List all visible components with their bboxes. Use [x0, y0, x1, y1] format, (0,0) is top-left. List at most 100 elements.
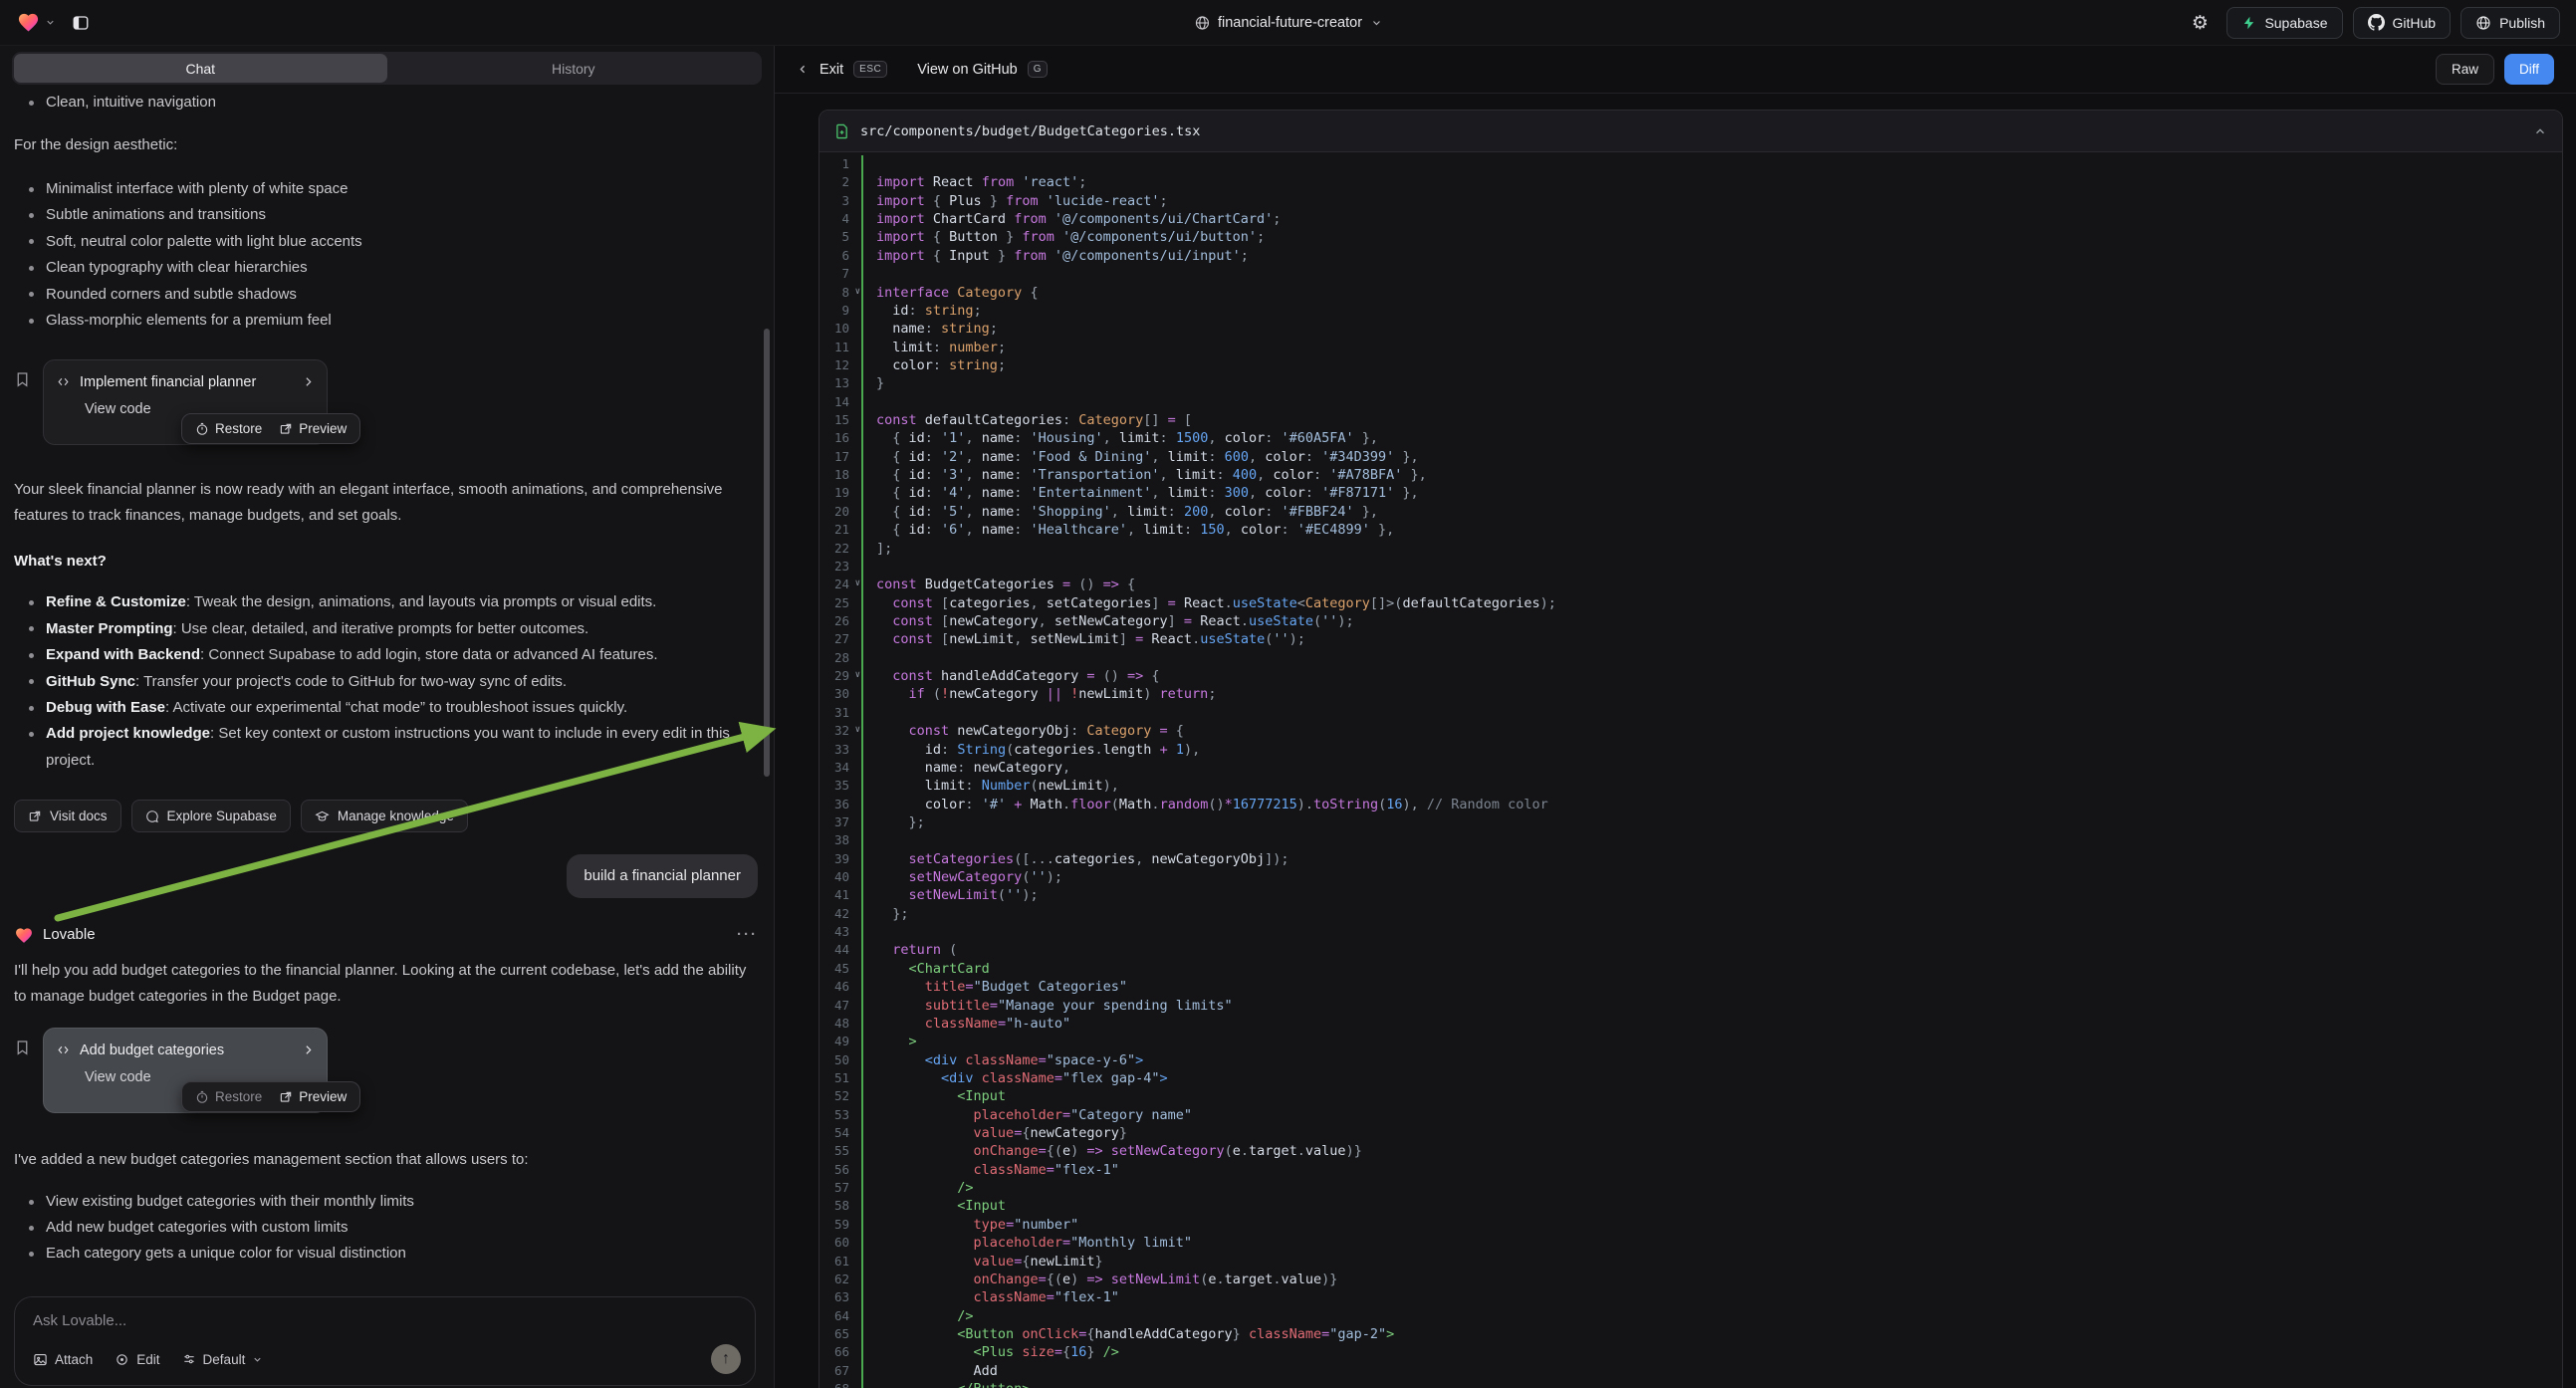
- line-number: 49: [820, 1033, 861, 1050]
- line-number: 57: [820, 1179, 861, 1197]
- restore-button[interactable]: Restore: [195, 416, 262, 442]
- line-number: 36: [820, 796, 861, 813]
- chevron-up-icon[interactable]: [2533, 124, 2547, 138]
- code-line: 45 <ChartCard: [820, 960, 2562, 978]
- line-number: 35: [820, 777, 861, 795]
- line-number: 58: [820, 1197, 861, 1215]
- lovable-heart-icon: [16, 11, 41, 34]
- code-line: 34 name: newCategory,: [820, 759, 2562, 777]
- publish-button[interactable]: Publish: [2460, 7, 2560, 39]
- list-item: View existing budget categories with the…: [14, 1189, 758, 1215]
- line-number: 6: [820, 247, 861, 265]
- line-number: 65: [820, 1325, 861, 1343]
- explore-supabase-button[interactable]: Explore Supabase: [131, 800, 291, 832]
- edit-button[interactable]: Edit: [115, 1352, 159, 1367]
- sidebar-toggle-button[interactable]: [64, 8, 98, 38]
- fold-chevron-icon[interactable]: ∨: [855, 721, 860, 739]
- send-button[interactable]: ↑: [711, 1344, 741, 1374]
- code-line: 11 limit: number;: [820, 339, 2562, 356]
- line-number: 43: [820, 923, 861, 941]
- line-number: 8∨: [820, 284, 861, 302]
- code-line: 18 { id: '3', name: 'Transportation', li…: [820, 466, 2562, 484]
- code-line: 31: [820, 704, 2562, 722]
- code-line: 42 };: [820, 905, 2562, 923]
- list-item: Add project knowledge: Set key context o…: [14, 721, 741, 774]
- file-added-icon: [834, 123, 849, 139]
- supabase-button[interactable]: Supabase: [2226, 7, 2342, 39]
- g-kbd: G: [1028, 61, 1048, 78]
- code-line: 32∨ const newCategoryObj: Category = {: [820, 722, 2562, 740]
- diff-button[interactable]: Diff: [2504, 54, 2554, 85]
- line-number: 22: [820, 540, 861, 558]
- line-number: 67: [820, 1362, 861, 1380]
- chevron-down-icon: [252, 1354, 263, 1365]
- line-number: 39: [820, 850, 861, 868]
- code-view-header: Exit ESC View on GitHub G Raw Diff: [775, 46, 2576, 94]
- tab-chat[interactable]: Chat: [14, 54, 387, 83]
- line-number: 62: [820, 1271, 861, 1288]
- settings-button[interactable]: ⚙: [2183, 8, 2217, 38]
- bookmark-icon[interactable]: [14, 369, 31, 389]
- chat-bubble-icon: [145, 810, 159, 823]
- github-button[interactable]: GitHub: [2353, 7, 2452, 39]
- fold-chevron-icon[interactable]: ∨: [855, 666, 860, 684]
- code-line: 4import ChartCard from '@/components/ui/…: [820, 210, 2562, 228]
- fold-chevron-icon[interactable]: ∨: [855, 283, 860, 301]
- chat-scrollbar[interactable]: [764, 329, 770, 777]
- raw-button[interactable]: Raw: [2436, 54, 2494, 85]
- line-number: 59: [820, 1216, 861, 1234]
- chevron-down-icon: [1370, 17, 1382, 29]
- line-number: 20: [820, 503, 861, 521]
- preview-button[interactable]: Preview: [279, 1084, 347, 1110]
- line-number: 52: [820, 1087, 861, 1105]
- arrow-up-icon: ↑: [722, 1350, 730, 1368]
- restore-button[interactable]: Restore: [195, 1084, 262, 1110]
- list-item: GitHub Sync: Transfer your project's cod…: [14, 669, 741, 695]
- code-line: 22];: [820, 540, 2562, 558]
- quick-actions: Visit docs Explore Supabase Manage knowl…: [14, 800, 758, 832]
- preview-button[interactable]: Preview: [279, 416, 347, 442]
- visit-docs-button[interactable]: Visit docs: [14, 800, 121, 832]
- project-switcher[interactable]: financial-future-creator: [1194, 0, 1382, 45]
- chat-input-placeholder: Ask Lovable...: [33, 1312, 737, 1329]
- lovable-heart-icon: [14, 926, 34, 945]
- code-lines: 12import React from 'react';3import { Pl…: [820, 152, 2562, 1388]
- assistant-name: Lovable: [43, 922, 96, 948]
- fold-chevron-icon[interactable]: ∨: [855, 575, 860, 592]
- line-number: 10: [820, 320, 861, 338]
- line-number: 4: [820, 210, 861, 228]
- list-item: Clean typography with clear hierarchies: [14, 255, 758, 281]
- code-line: 55 onChange={(e) => setNewCategory(e.tar…: [820, 1142, 2562, 1160]
- manage-knowledge-button[interactable]: Manage knowledge: [301, 800, 468, 832]
- line-number: 63: [820, 1288, 861, 1306]
- message-menu-button[interactable]: ···: [737, 922, 758, 948]
- line-number: 13: [820, 374, 861, 392]
- mode-selector[interactable]: Default: [182, 1352, 264, 1367]
- line-number: 33: [820, 741, 861, 759]
- file-diff-card: src/components/budget/BudgetCategories.t…: [819, 110, 2563, 1388]
- line-number: 48: [820, 1015, 861, 1033]
- code-line: 61 value={newLimit}: [820, 1253, 2562, 1271]
- chat-input-box[interactable]: Ask Lovable... Attach Edit Default ↑: [14, 1296, 756, 1386]
- code-line: 49 >: [820, 1033, 2562, 1050]
- attach-button[interactable]: Attach: [33, 1352, 93, 1367]
- line-number: 21: [820, 521, 861, 539]
- file-header[interactable]: src/components/budget/BudgetCategories.t…: [820, 111, 2562, 152]
- code-icon: [56, 375, 71, 388]
- code-line: 68 </Button>: [820, 1380, 2562, 1388]
- bookmark-icon[interactable]: [14, 1038, 31, 1057]
- tab-history[interactable]: History: [387, 54, 761, 83]
- code-line: 43: [820, 923, 2562, 941]
- exit-button[interactable]: Exit ESC: [797, 61, 887, 78]
- file-path: src/components/budget/BudgetCategories.t…: [860, 123, 1200, 139]
- code-line: 6import { Input } from '@/components/ui/…: [820, 247, 2562, 265]
- chat-history-tabs: Chat History: [12, 52, 762, 85]
- line-number: 66: [820, 1343, 861, 1361]
- code-line: 56 className="flex-1": [820, 1161, 2562, 1179]
- line-number: 56: [820, 1161, 861, 1179]
- list-item: Each category gets a unique color for vi…: [14, 1241, 758, 1267]
- version-title: Implement financial planner: [80, 369, 256, 395]
- lovable-logo-menu[interactable]: [16, 11, 56, 34]
- code-line: 5import { Button } from '@/components/ui…: [820, 228, 2562, 246]
- view-on-github-button[interactable]: View on GitHub G: [917, 61, 1048, 78]
